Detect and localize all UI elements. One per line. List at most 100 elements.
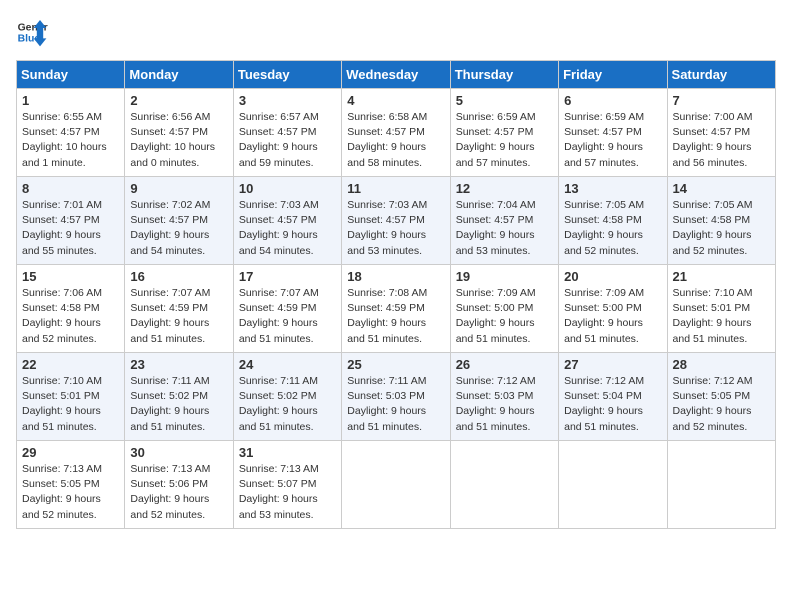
calendar-cell — [450, 441, 558, 529]
calendar-cell: 16Sunrise: 7:07 AMSunset: 4:59 PMDayligh… — [125, 265, 233, 353]
calendar-cell: 21 Sunrise: 7:10 AMSunset: 5:01 PMDayligh… — [667, 265, 775, 353]
calendar-cell: 7 Sunrise: 7:00 AMSunset: 4:57 PMDaylight… — [667, 89, 775, 177]
day-number: 17 — [239, 269, 336, 284]
calendar-cell: 4 Sunrise: 6:58 AMSunset: 4:57 PMDaylight… — [342, 89, 450, 177]
day-info: Sunrise: 7:12 AMSunset: 5:03 PMDaylight:… — [456, 374, 553, 435]
calendar-cell: 30 Sunrise: 7:13 AMSunset: 5:06 PMDayligh… — [125, 441, 233, 529]
day-info: Sunrise: 6:59 AMSunset: 4:57 PMDaylight:… — [564, 110, 661, 171]
calendar-cell: 6Sunrise: 6:59 AMSunset: 4:57 PMDaylight… — [559, 89, 667, 177]
day-number: 26 — [456, 357, 553, 372]
day-info: Sunrise: 7:09 AMSunset: 5:00 PMDaylight:… — [456, 286, 553, 347]
calendar-cell — [667, 441, 775, 529]
day-number: 28 — [673, 357, 770, 372]
day-info: Sunrise: 6:58 AMSunset: 4:57 PMDaylight:… — [347, 110, 444, 171]
calendar-cell: 20 Sunrise: 7:09 AMSunset: 5:00 PMDayligh… — [559, 265, 667, 353]
day-number: 31 — [239, 445, 336, 460]
col-header-thursday: Thursday — [450, 61, 558, 89]
col-header-wednesday: Wednesday — [342, 61, 450, 89]
day-number: 15 — [22, 269, 119, 284]
col-header-friday: Friday — [559, 61, 667, 89]
calendar-cell: 22 Sunrise: 7:10 AMSunset: 5:01 PMDayligh… — [17, 353, 125, 441]
day-info: Sunrise: 7:09 AMSunset: 5:00 PMDaylight:… — [564, 286, 661, 347]
day-info: Sunrise: 7:07 AMSunset: 4:59 PMDaylight:… — [239, 286, 336, 347]
day-number: 11 — [347, 181, 444, 196]
day-info: Sunrise: 7:00 AMSunset: 4:57 PMDaylight:… — [673, 110, 770, 171]
day-info: Sunrise: 7:01 AMSunset: 4:57 PMDaylight:… — [22, 198, 119, 259]
day-info: Sunrise: 6:55 AMSunset: 4:57 PMDaylight:… — [22, 110, 119, 171]
day-number: 14 — [673, 181, 770, 196]
day-info: Sunrise: 7:06 AMSunset: 4:58 PMDaylight:… — [22, 286, 119, 347]
calendar-cell: 2Sunrise: 6:56 AMSunset: 4:57 PMDaylight… — [125, 89, 233, 177]
day-number: 27 — [564, 357, 661, 372]
calendar-cell: 19 Sunrise: 7:09 AMSunset: 5:00 PMDayligh… — [450, 265, 558, 353]
day-info: Sunrise: 7:13 AMSunset: 5:07 PMDaylight:… — [239, 462, 336, 523]
day-info: Sunrise: 6:59 AMSunset: 4:57 PMDaylight:… — [456, 110, 553, 171]
calendar-cell: 18 Sunrise: 7:08 AMSunset: 4:59 PMDayligh… — [342, 265, 450, 353]
day-number: 25 — [347, 357, 444, 372]
day-number: 18 — [347, 269, 444, 284]
day-number: 21 — [673, 269, 770, 284]
calendar-cell: 1 Sunrise: 6:55 AMSunset: 4:57 PMDaylight… — [17, 89, 125, 177]
day-info: Sunrise: 7:10 AMSunset: 5:01 PMDaylight:… — [673, 286, 770, 347]
day-info: Sunrise: 7:05 AMSunset: 4:58 PMDaylight:… — [564, 198, 661, 259]
calendar-cell: 15 Sunrise: 7:06 AMSunset: 4:58 PMDayligh… — [17, 265, 125, 353]
day-number: 13 — [564, 181, 661, 196]
day-info: Sunrise: 7:13 AMSunset: 5:06 PMDaylight:… — [130, 462, 227, 523]
calendar-cell — [559, 441, 667, 529]
day-number: 24 — [239, 357, 336, 372]
col-header-monday: Monday — [125, 61, 233, 89]
day-number: 20 — [564, 269, 661, 284]
calendar-cell: 13 Sunrise: 7:05 AMSunset: 4:58 PMDayligh… — [559, 177, 667, 265]
day-info: Sunrise: 7:11 AMSunset: 5:03 PMDaylight:… — [347, 374, 444, 435]
day-number: 1 — [22, 93, 119, 108]
calendar-cell: 3 Sunrise: 6:57 AMSunset: 4:57 PMDaylight… — [233, 89, 341, 177]
day-number: 3 — [239, 93, 336, 108]
calendar-cell: 27 Sunrise: 7:12 AMSunset: 5:04 PMDayligh… — [559, 353, 667, 441]
calendar-cell: 23 Sunrise: 7:11 AMSunset: 5:02 PMDayligh… — [125, 353, 233, 441]
day-number: 19 — [456, 269, 553, 284]
day-number: 7 — [673, 93, 770, 108]
day-number: 30 — [130, 445, 227, 460]
calendar-cell: 14Sunrise: 7:05 AMSunset: 4:58 PMDayligh… — [667, 177, 775, 265]
day-number: 16 — [130, 269, 227, 284]
calendar-cell: 17 Sunrise: 7:07 AMSunset: 4:59 PMDayligh… — [233, 265, 341, 353]
calendar-cell: 25 Sunrise: 7:11 AMSunset: 5:03 PMDayligh… — [342, 353, 450, 441]
page-header: General Blue — [16, 16, 776, 48]
col-header-tuesday: Tuesday — [233, 61, 341, 89]
day-info: Sunrise: 7:08 AMSunset: 4:59 PMDaylight:… — [347, 286, 444, 347]
day-info: Sunrise: 6:57 AMSunset: 4:57 PMDaylight:… — [239, 110, 336, 171]
calendar-cell: 31 Sunrise: 7:13 AMSunset: 5:07 PMDayligh… — [233, 441, 341, 529]
calendar-cell: 8 Sunrise: 7:01 AMSunset: 4:57 PMDaylight… — [17, 177, 125, 265]
day-info: Sunrise: 7:12 AMSunset: 5:04 PMDaylight:… — [564, 374, 661, 435]
calendar-cell: 9Sunrise: 7:02 AMSunset: 4:57 PMDaylight… — [125, 177, 233, 265]
calendar-cell: 12 Sunrise: 7:04 AMSunset: 4:57 PMDayligh… — [450, 177, 558, 265]
calendar-cell: 11 Sunrise: 7:03 AMSunset: 4:57 PMDayligh… — [342, 177, 450, 265]
calendar-cell: 28 Sunrise: 7:12 AMSunset: 5:05 PMDayligh… — [667, 353, 775, 441]
calendar-cell: 24 Sunrise: 7:11 AMSunset: 5:02 PMDayligh… — [233, 353, 341, 441]
calendar-cell: 26 Sunrise: 7:12 AMSunset: 5:03 PMDayligh… — [450, 353, 558, 441]
day-info: Sunrise: 7:11 AMSunset: 5:02 PMDaylight:… — [239, 374, 336, 435]
day-number: 10 — [239, 181, 336, 196]
day-number: 23 — [130, 357, 227, 372]
day-info: Sunrise: 7:04 AMSunset: 4:57 PMDaylight:… — [456, 198, 553, 259]
day-number: 2 — [130, 93, 227, 108]
day-info: Sunrise: 7:03 AMSunset: 4:57 PMDaylight:… — [239, 198, 336, 259]
day-number: 9 — [130, 181, 227, 196]
day-info: Sunrise: 7:10 AMSunset: 5:01 PMDaylight:… — [22, 374, 119, 435]
day-info: Sunrise: 7:12 AMSunset: 5:05 PMDaylight:… — [673, 374, 770, 435]
day-number: 8 — [22, 181, 119, 196]
day-info: Sunrise: 7:13 AMSunset: 5:05 PMDaylight:… — [22, 462, 119, 523]
day-number: 12 — [456, 181, 553, 196]
day-info: Sunrise: 7:03 AMSunset: 4:57 PMDaylight:… — [347, 198, 444, 259]
logo: General Blue — [16, 16, 48, 48]
day-info: Sunrise: 7:11 AMSunset: 5:02 PMDaylight:… — [130, 374, 227, 435]
day-number: 22 — [22, 357, 119, 372]
col-header-saturday: Saturday — [667, 61, 775, 89]
calendar-cell — [342, 441, 450, 529]
calendar-cell: 29Sunrise: 7:13 AMSunset: 5:05 PMDayligh… — [17, 441, 125, 529]
calendar-table: SundayMondayTuesdayWednesdayThursdayFrid… — [16, 60, 776, 529]
day-number: 5 — [456, 93, 553, 108]
calendar-cell: 5 Sunrise: 6:59 AMSunset: 4:57 PMDaylight… — [450, 89, 558, 177]
day-number: 4 — [347, 93, 444, 108]
calendar-cell: 10 Sunrise: 7:03 AMSunset: 4:57 PMDayligh… — [233, 177, 341, 265]
